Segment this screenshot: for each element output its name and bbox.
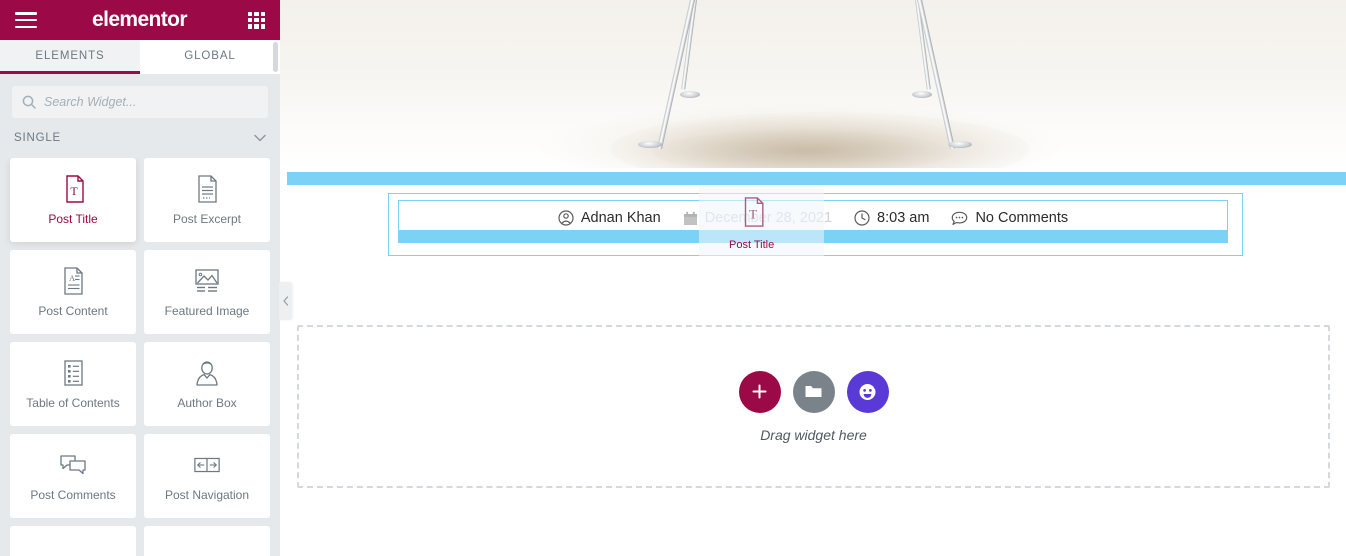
widget-table-of-contents[interactable]: Table of Contents xyxy=(10,342,136,426)
meta-author-text: Adnan Khan xyxy=(580,210,661,226)
widget-post-excerpt-label: Post Excerpt xyxy=(172,211,242,226)
featured-image-preview xyxy=(280,0,1346,168)
add-element-button[interactable] xyxy=(738,370,781,413)
search-icon xyxy=(22,95,36,109)
search-widget-wrap xyxy=(0,74,280,118)
widget-featured-image-label: Featured Image xyxy=(164,303,250,318)
post-comments-icon xyxy=(59,451,87,479)
chevron-down-icon xyxy=(254,134,266,142)
calendar-icon xyxy=(683,211,697,225)
meta-time: 8:03 am xyxy=(854,210,929,226)
panel-tabs: ELEMENTS GLOBAL xyxy=(0,40,280,74)
dropzone-actions xyxy=(738,370,889,413)
folder-icon xyxy=(805,386,822,397)
svg-text:T: T xyxy=(70,184,78,198)
ai-face-icon xyxy=(859,383,876,400)
post-excerpt-icon xyxy=(193,174,221,203)
elementor-logo: elementor xyxy=(92,8,188,31)
author-box-icon xyxy=(193,359,221,387)
post-navigation-icon xyxy=(193,451,221,479)
tab-elements[interactable]: ELEMENTS xyxy=(0,40,140,74)
widget-post-comments[interactable]: Post Comments xyxy=(10,434,136,518)
elementor-editor: elementor ELEMENTS GLOBAL Search Widget.… xyxy=(0,0,1346,556)
widget-post-comments-label: Post Comments xyxy=(30,487,116,502)
widget-featured-image[interactable]: Featured Image xyxy=(144,250,270,334)
panel-collapse-handle[interactable] xyxy=(279,282,292,320)
widget-post-content-label: Post Content xyxy=(38,303,108,318)
meta-time-text: 8:03 am xyxy=(877,210,930,226)
widget-table-of-contents-label: Table of Contents xyxy=(26,395,120,410)
add-template-button[interactable] xyxy=(792,370,835,413)
post-meta-row: Adnan Khan December 28, 2021 8:03 am No … xyxy=(398,200,1228,236)
meta-author: Adnan Khan xyxy=(558,210,661,226)
plus-icon xyxy=(752,384,767,399)
section-single[interactable]: SINGLE xyxy=(0,118,280,158)
clock-icon xyxy=(854,210,870,226)
widget-row-partial-right[interactable] xyxy=(144,526,270,556)
meta-date: December 28, 2021 xyxy=(683,210,832,226)
widget-author-box-label: Author Box xyxy=(177,395,237,410)
widget-row-partial-left[interactable] xyxy=(10,526,136,556)
svg-text:A: A xyxy=(69,273,76,283)
panel-scrollbar[interactable] xyxy=(273,42,278,72)
panel-header: elementor xyxy=(0,0,280,40)
chevron-left-icon xyxy=(282,296,288,306)
widget-author-box[interactable]: Author Box xyxy=(144,342,270,426)
widget-panel: elementor ELEMENTS GLOBAL Search Widget.… xyxy=(0,0,292,556)
drop-indicator-top xyxy=(287,172,1346,185)
meta-comments-text: No Comments xyxy=(975,210,1069,226)
tab-global[interactable]: GLOBAL xyxy=(140,40,280,74)
empty-dropzone[interactable]: Drag widget here xyxy=(297,325,1330,488)
widget-post-title[interactable]: T Post Title xyxy=(10,158,136,242)
post-content-icon: A xyxy=(59,266,87,295)
tab-global-label: GLOBAL xyxy=(184,49,236,62)
meta-date-text: December 28, 2021 xyxy=(704,210,833,226)
widget-post-content[interactable]: A Post Content xyxy=(10,250,136,334)
widget-post-navigation[interactable]: Post Navigation xyxy=(144,434,270,518)
widget-post-navigation-label: Post Navigation xyxy=(164,487,250,502)
apps-grid-icon[interactable] xyxy=(248,11,265,29)
meta-comments: No Comments xyxy=(951,210,1068,226)
tab-elements-label: ELEMENTS xyxy=(35,49,105,62)
widget-list: T Post Title Post Excerpt A Post Content… xyxy=(0,158,280,556)
search-box[interactable] xyxy=(12,86,268,118)
featured-image-icon xyxy=(193,267,221,295)
comment-icon xyxy=(952,211,968,225)
hamburger-icon[interactable] xyxy=(15,12,37,28)
dropzone-label: Drag widget here xyxy=(760,426,867,443)
widget-post-excerpt[interactable]: Post Excerpt xyxy=(144,158,270,242)
widget-post-title-label: Post Title xyxy=(48,211,98,226)
post-title-icon: T xyxy=(59,174,87,203)
table-of-contents-icon xyxy=(59,359,87,387)
search-input[interactable] xyxy=(44,95,258,109)
ai-button[interactable] xyxy=(846,370,889,413)
editor-canvas: Adnan Khan December 28, 2021 8:03 am No … xyxy=(280,0,1346,556)
section-single-label: SINGLE xyxy=(14,132,61,144)
author-icon xyxy=(558,210,574,226)
